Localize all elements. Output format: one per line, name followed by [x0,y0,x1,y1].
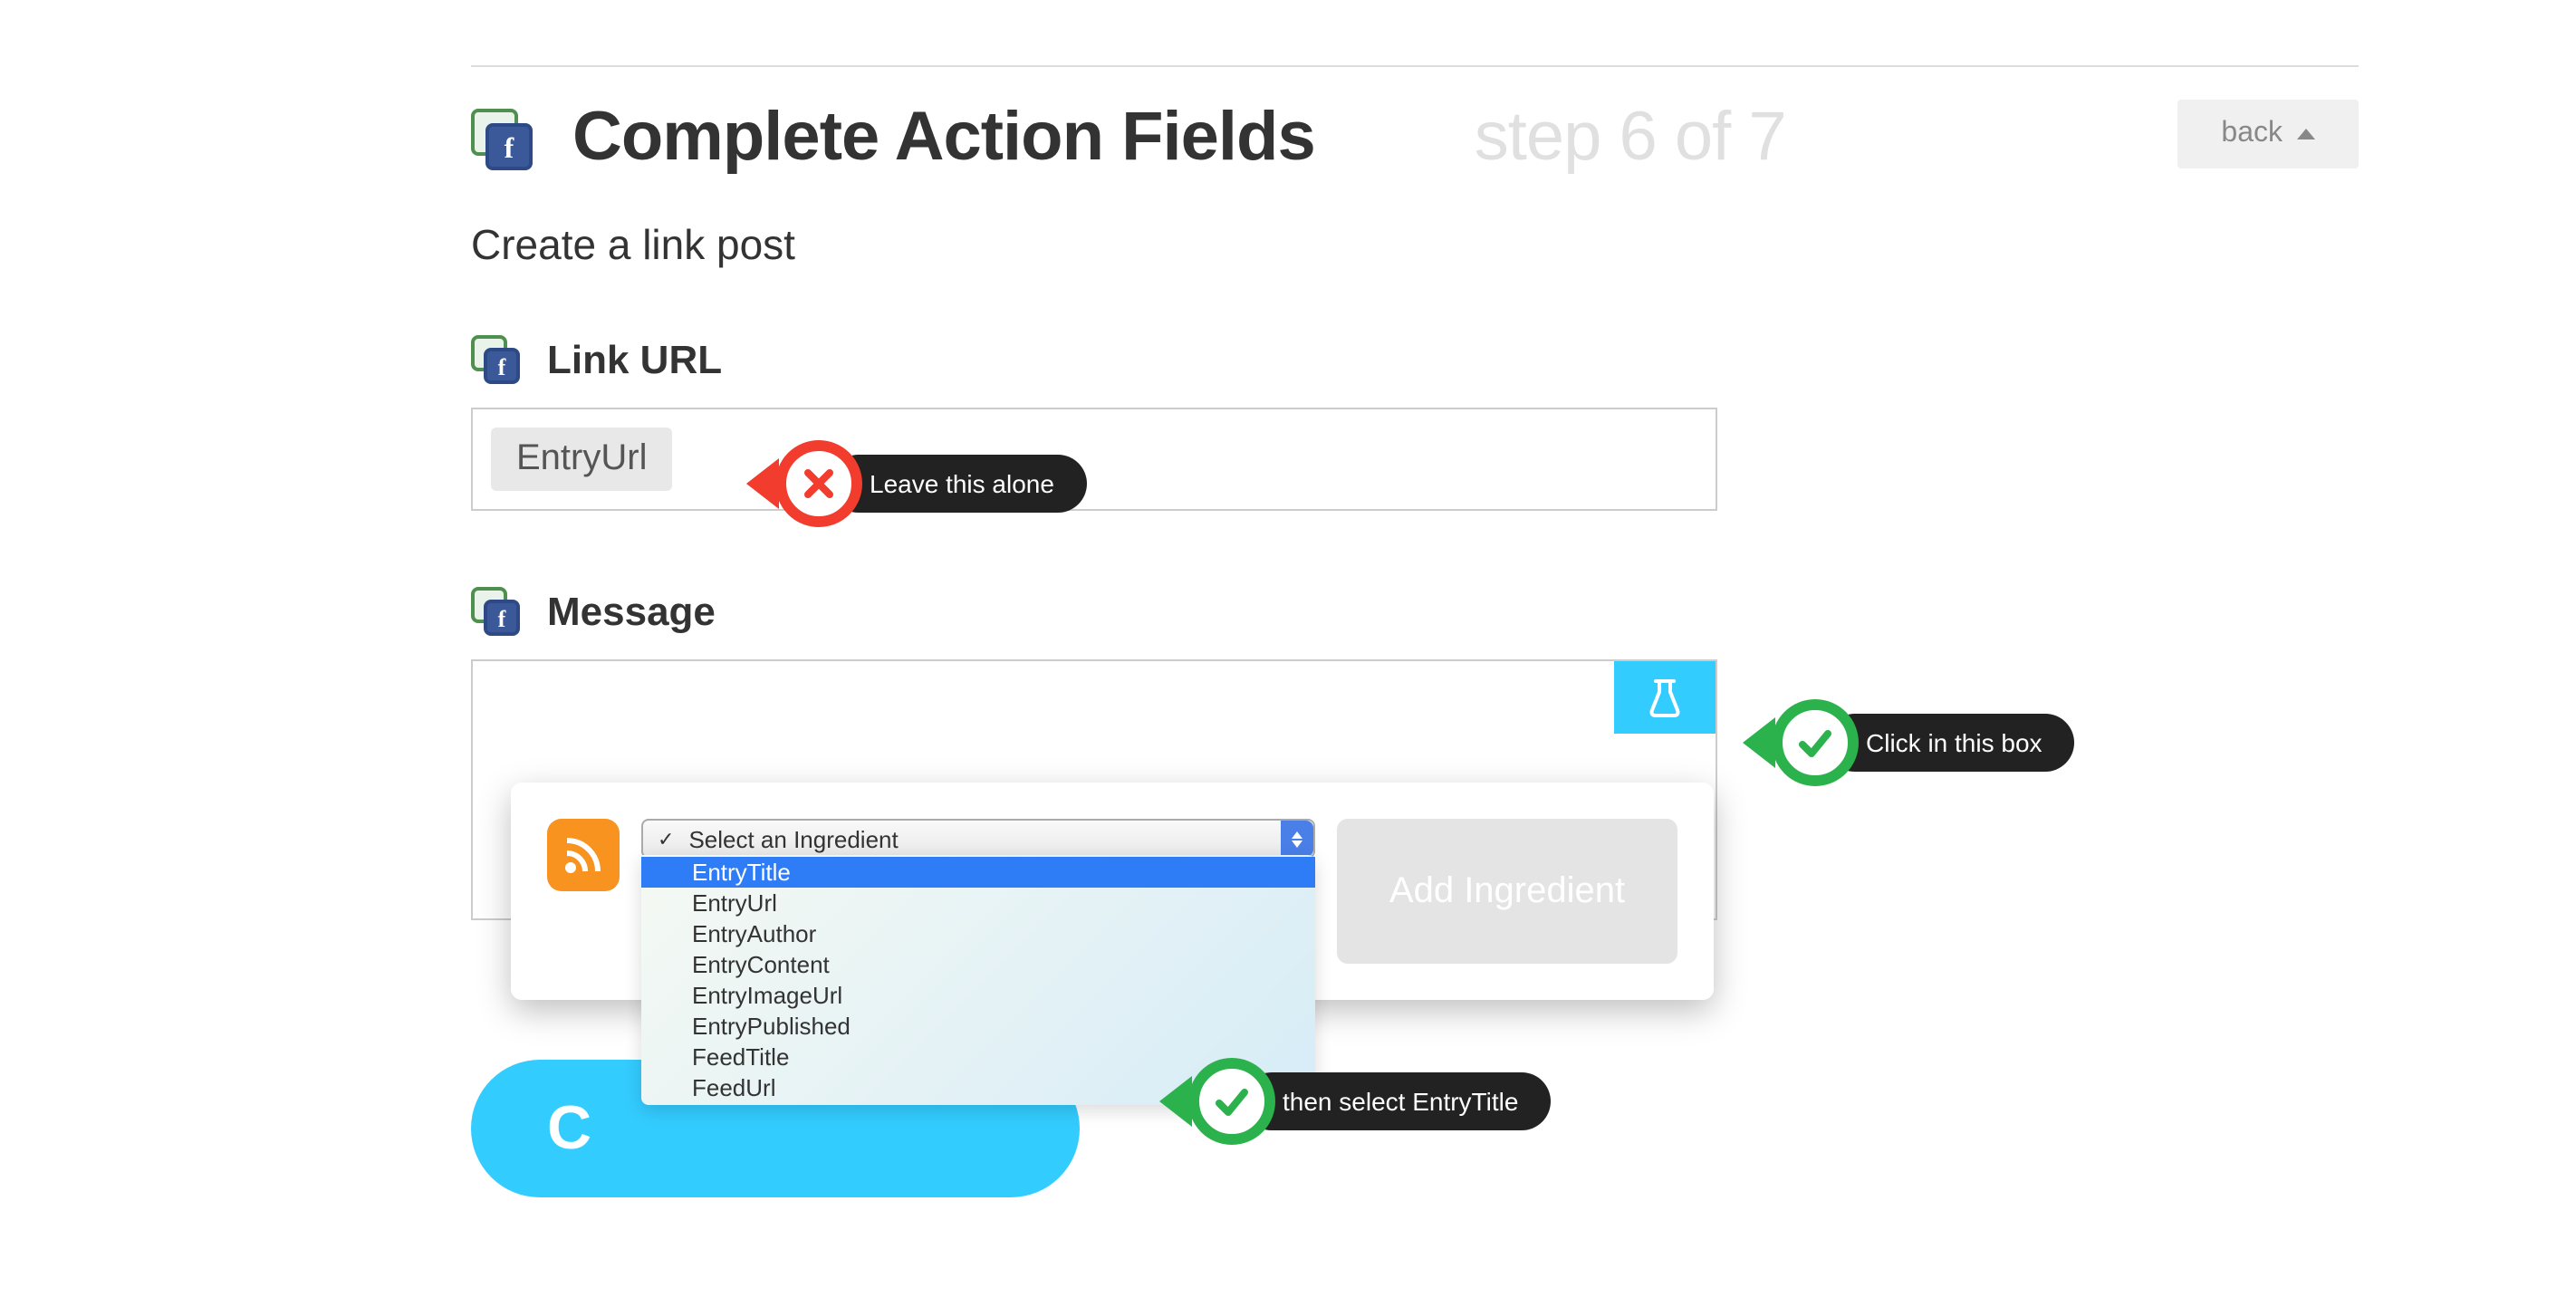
add-ingredient-label: Add Ingredient [1389,870,1625,912]
facebook-pages-icon: f [471,335,522,386]
annotation-click-box: Click in this box [1743,699,2075,786]
annotation-leave-alone: Leave this alone [746,440,1087,527]
option-entryurl[interactable]: EntryUrl [641,888,1315,918]
option-entrypublished[interactable]: EntryPublished [641,1011,1315,1042]
ingredient-select[interactable]: ✓ Select an Ingredient EntryTitle EntryU… [641,819,1315,859]
ingredient-tag-entryurl[interactable]: EntryUrl [491,428,672,491]
check-icon [1772,699,1859,786]
select-arrows-icon [1281,821,1313,857]
rss-icon [547,819,620,891]
facebook-pages-icon: f [471,587,522,638]
page-title: Complete Action Fields [572,100,1315,178]
check-icon [1188,1058,1275,1145]
annotation-text: Leave this alone [830,455,1087,513]
annotation-text: Click in this box [1826,714,2075,772]
link-url-input[interactable]: EntryUrl [471,408,1717,511]
add-ingredient-button[interactable]: Add Ingredient [1337,819,1677,964]
annotation-text: then select EntryTitle [1243,1072,1551,1130]
beaker-icon [1647,677,1683,717]
link-url-label: Link URL [547,337,722,384]
annotation-select-entrytitle: then select EntryTitle [1159,1058,1551,1145]
option-entrytitle[interactable]: EntryTitle [641,857,1315,888]
option-entrycontent[interactable]: EntryContent [641,949,1315,980]
select-placeholder: Select an Ingredient [688,825,898,852]
ingredient-picker-popup: ✓ Select an Ingredient EntryTitle EntryU… [511,783,1714,1000]
header: f Complete Action Fields step 6 of 7 [471,100,2359,178]
create-button-label: C [547,1093,591,1164]
back-button[interactable]: back [2177,100,2359,168]
option-entryimageurl[interactable]: EntryImageUrl [641,980,1315,1011]
chevron-up-icon [2297,129,2315,139]
message-label: Message [547,589,716,636]
check-icon: ✓ [658,827,674,850]
back-label: back [2221,118,2283,150]
form-subtitle: Create a link post [471,221,2359,270]
step-indicator: step 6 of 7 [1475,100,1786,178]
select-header[interactable]: ✓ Select an Ingredient [641,819,1315,859]
option-entryauthor[interactable]: EntryAuthor [641,918,1315,949]
x-icon [775,440,862,527]
ingredient-beaker-button[interactable] [1614,661,1716,734]
facebook-pages-icon: f [471,108,533,169]
